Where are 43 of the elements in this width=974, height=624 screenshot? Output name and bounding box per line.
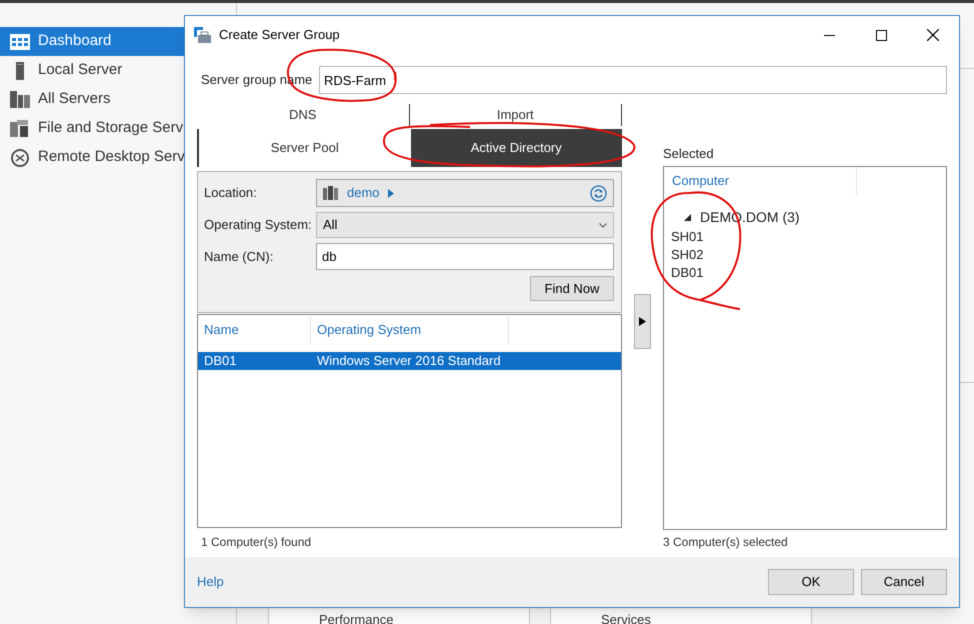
status-text: 3 Computer(s) selected bbox=[663, 534, 788, 551]
list-row[interactable]: DB01 Windows Server 2016 Standard bbox=[198, 352, 621, 370]
play-icon bbox=[639, 317, 646, 326]
status-text: 1 Computer(s) found bbox=[200, 534, 312, 551]
tree-item[interactable]: DB01 bbox=[664, 263, 704, 281]
location-field[interactable]: demo bbox=[316, 179, 614, 207]
remote-desktop-icon bbox=[11, 148, 29, 166]
find-now-button[interactable]: Find Now bbox=[530, 276, 614, 301]
row-text: Windows Server 2016 Standard bbox=[316, 352, 502, 370]
column-header[interactable]: Operating System bbox=[311, 316, 509, 344]
domain-icon bbox=[323, 186, 339, 200]
minimize-icon bbox=[824, 34, 834, 36]
tab[interactable]: Import bbox=[408, 104, 622, 126]
section-label: Selected bbox=[663, 145, 714, 163]
server-icon bbox=[16, 62, 24, 80]
close-icon bbox=[927, 29, 939, 41]
servers-icon bbox=[10, 91, 30, 108]
location-text: demo bbox=[347, 184, 380, 202]
file-server-icon bbox=[10, 120, 30, 137]
field-label: Location: bbox=[203, 184, 258, 202]
dialog-button[interactable]: OK bbox=[768, 569, 854, 595]
help-link[interactable]: Help bbox=[197, 572, 224, 592]
expanded-triangle-icon[interactable] bbox=[684, 214, 691, 220]
refresh-icon[interactable] bbox=[590, 184, 607, 202]
field-label: Name (CN): bbox=[203, 248, 274, 266]
row-text: DB01 bbox=[203, 352, 238, 370]
name-field[interactable]: RDS-Farm bbox=[319, 66, 947, 94]
dialog-button[interactable]: Cancel bbox=[861, 569, 947, 595]
column-header[interactable]: Computer bbox=[664, 167, 857, 195]
server-group-icon bbox=[194, 27, 212, 43]
caret-icon bbox=[388, 188, 394, 198]
tab[interactable]: Active Directory bbox=[410, 129, 622, 167]
dropdown-value: All bbox=[323, 216, 338, 234]
maximize-icon bbox=[876, 30, 886, 40]
name-field[interactable]: db bbox=[316, 243, 614, 270]
grid-icon bbox=[10, 34, 30, 50]
tree-item[interactable]: SH01 bbox=[664, 227, 704, 245]
os-dropdown[interactable]: All bbox=[316, 212, 614, 238]
field-label: Operating System: bbox=[203, 216, 313, 234]
column-header[interactable]: Name bbox=[198, 316, 311, 344]
add-button[interactable] bbox=[634, 294, 651, 349]
tree-item[interactable]: SH02 bbox=[664, 245, 704, 263]
chevron-down-icon bbox=[599, 222, 607, 228]
